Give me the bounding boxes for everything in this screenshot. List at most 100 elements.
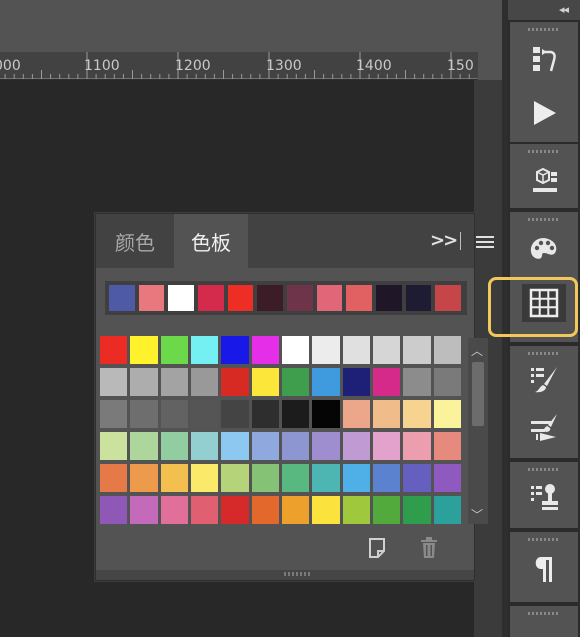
swatch[interactable] bbox=[312, 464, 340, 492]
swatch[interactable] bbox=[281, 496, 310, 524]
swatch[interactable] bbox=[433, 368, 461, 396]
recent-swatch[interactable] bbox=[404, 284, 433, 312]
brush-settings-button[interactable] bbox=[522, 360, 566, 398]
swatch-scrollbar[interactable]: ︿ ﹀ bbox=[468, 338, 488, 524]
recent-swatch[interactable] bbox=[315, 284, 344, 312]
swatch[interactable] bbox=[100, 496, 128, 524]
swatch[interactable] bbox=[251, 432, 279, 460]
swatch[interactable] bbox=[190, 368, 219, 396]
swatch[interactable] bbox=[221, 464, 249, 492]
swatch[interactable] bbox=[312, 496, 340, 524]
swatch[interactable] bbox=[160, 400, 188, 428]
recent-swatch[interactable] bbox=[226, 284, 255, 312]
swatch[interactable] bbox=[372, 368, 401, 396]
swatch[interactable] bbox=[372, 496, 401, 524]
swatch[interactable] bbox=[190, 496, 219, 524]
swatch[interactable] bbox=[130, 400, 158, 428]
swatch[interactable] bbox=[433, 432, 461, 460]
swatch[interactable] bbox=[312, 432, 340, 460]
swatch[interactable] bbox=[342, 464, 370, 492]
3d-button[interactable] bbox=[522, 162, 566, 200]
swatch[interactable] bbox=[160, 336, 188, 364]
swatch[interactable] bbox=[221, 336, 249, 364]
swatch[interactable] bbox=[342, 432, 370, 460]
color-button[interactable] bbox=[522, 230, 566, 268]
group-grip[interactable] bbox=[528, 538, 560, 541]
paragraph-button[interactable] bbox=[522, 550, 566, 588]
recent-swatch[interactable] bbox=[345, 284, 374, 312]
recent-swatch[interactable] bbox=[197, 284, 225, 312]
swatch[interactable] bbox=[372, 464, 401, 492]
swatch[interactable] bbox=[100, 432, 128, 460]
tab-color[interactable]: 颜色 bbox=[96, 214, 174, 268]
new-swatch-button[interactable] bbox=[366, 536, 390, 562]
swatch[interactable] bbox=[130, 496, 158, 524]
history-button[interactable] bbox=[522, 40, 566, 78]
scroll-up-icon[interactable]: ︿ bbox=[471, 342, 483, 359]
swatch[interactable] bbox=[160, 432, 188, 460]
group-grip[interactable] bbox=[528, 150, 560, 153]
swatch[interactable] bbox=[281, 368, 310, 396]
swatch[interactable] bbox=[433, 496, 461, 524]
swatch[interactable] bbox=[221, 368, 249, 396]
swatch[interactable] bbox=[433, 336, 461, 364]
swatch[interactable] bbox=[160, 496, 188, 524]
swatch[interactable] bbox=[221, 496, 249, 524]
swatch[interactable] bbox=[372, 432, 401, 460]
recent-swatch[interactable] bbox=[137, 284, 166, 312]
tab-swatches[interactable]: 色板 bbox=[174, 214, 248, 268]
swatch[interactable] bbox=[372, 336, 401, 364]
swatch[interactable] bbox=[312, 368, 340, 396]
swatch[interactable] bbox=[281, 432, 310, 460]
swatch[interactable] bbox=[130, 368, 158, 396]
scroll-thumb[interactable] bbox=[472, 362, 484, 426]
swatch[interactable] bbox=[160, 368, 188, 396]
swatch[interactable] bbox=[251, 400, 279, 428]
swatch[interactable] bbox=[342, 368, 370, 396]
swatch[interactable] bbox=[160, 464, 188, 492]
group-grip[interactable] bbox=[528, 352, 560, 355]
group-grip[interactable] bbox=[528, 468, 560, 471]
recent-swatch[interactable] bbox=[434, 284, 463, 312]
swatch[interactable] bbox=[190, 336, 219, 364]
swatch[interactable] bbox=[281, 400, 310, 428]
swatch[interactable] bbox=[403, 464, 431, 492]
swatch[interactable] bbox=[251, 336, 279, 364]
clone-source-button[interactable] bbox=[522, 478, 566, 516]
group-grip[interactable] bbox=[528, 218, 560, 221]
swatch[interactable] bbox=[190, 464, 219, 492]
brush-presets-button[interactable] bbox=[522, 408, 566, 446]
actions-button[interactable] bbox=[522, 94, 566, 132]
swatch[interactable] bbox=[403, 496, 431, 524]
swatch[interactable] bbox=[342, 400, 370, 428]
swatch[interactable] bbox=[312, 400, 340, 428]
delete-swatch-button[interactable] bbox=[418, 536, 442, 564]
swatch[interactable] bbox=[403, 432, 431, 460]
swatch[interactable] bbox=[251, 368, 279, 396]
group-grip[interactable] bbox=[528, 612, 560, 615]
swatch[interactable] bbox=[372, 400, 401, 428]
swatch[interactable] bbox=[130, 432, 158, 460]
swatch[interactable] bbox=[221, 400, 249, 428]
swatch[interactable] bbox=[403, 336, 431, 364]
swatch[interactable] bbox=[221, 432, 249, 460]
collapse-dock-icon[interactable]: ◂◂ bbox=[559, 3, 569, 16]
swatch[interactable] bbox=[130, 336, 158, 364]
panel-expand-icon[interactable]: >> bbox=[430, 230, 458, 251]
swatch[interactable] bbox=[433, 464, 461, 492]
swatch[interactable] bbox=[281, 336, 310, 364]
swatch[interactable] bbox=[251, 464, 279, 492]
swatch[interactable] bbox=[100, 400, 128, 428]
swatch[interactable] bbox=[433, 400, 461, 428]
scroll-down-icon[interactable]: ﹀ bbox=[471, 506, 483, 523]
swatch[interactable] bbox=[251, 496, 279, 524]
group-grip[interactable] bbox=[528, 28, 560, 31]
recent-swatch[interactable] bbox=[167, 284, 196, 312]
panel-resize-grip[interactable] bbox=[284, 572, 312, 576]
swatch[interactable] bbox=[190, 432, 219, 460]
swatch[interactable] bbox=[100, 464, 128, 492]
swatch[interactable] bbox=[281, 464, 310, 492]
recent-swatch[interactable] bbox=[256, 284, 285, 312]
swatch[interactable] bbox=[403, 368, 431, 396]
swatch[interactable] bbox=[100, 336, 128, 364]
